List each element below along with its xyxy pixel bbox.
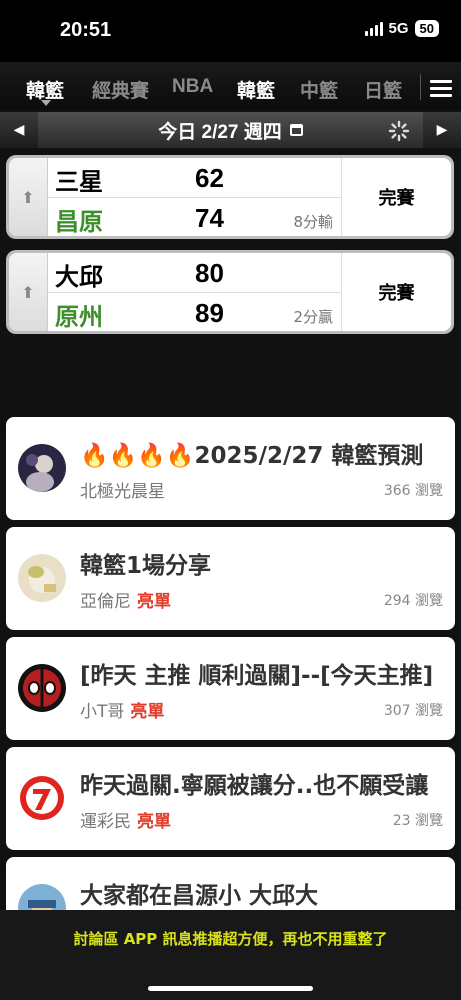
triangle-left-icon: ◀: [13, 122, 25, 138]
author-name: 小T哥: [80, 702, 125, 722]
game-card[interactable]: ⬆ 三星 62 昌原 74 8分輸 完賽: [6, 155, 454, 239]
game-card[interactable]: ⬆ 大邱 80 原州 89 2分贏 完賽: [6, 250, 454, 334]
away-team: 三星: [55, 168, 103, 196]
next-date-button[interactable]: ▶: [423, 112, 461, 148]
signal-icon: [364, 21, 383, 36]
post-tag: 亮單: [137, 812, 171, 832]
post-author: 北極光晨星: [80, 477, 165, 502]
tab-bleague[interactable]: 日籃: [364, 76, 402, 103]
banner-text: 討論區 APP 訊息推播超方便，再也不用重整了: [73, 930, 388, 948]
author-name: 亞倫尼: [80, 592, 131, 612]
caret-down-icon: [41, 100, 51, 106]
post-title: 韓籃1場分享: [80, 553, 212, 579]
away-row: 大邱 80: [47, 253, 341, 293]
date-bar: ◀ 今日 2/27 週四 ▶: [0, 112, 461, 148]
tabs-divider: [420, 74, 421, 100]
author-name: 運彩民: [80, 812, 131, 832]
game-status: 完賽: [341, 253, 451, 331]
post-views: 307 瀏覽: [383, 703, 443, 719]
home-row: 昌原 74 8分輸: [47, 198, 341, 236]
game-result: 8分輸: [293, 213, 333, 231]
network-label: 5G: [388, 20, 409, 37]
post-author: 亞倫尼 亮單: [80, 587, 171, 612]
tab-kbl[interactable]: 韓籃: [237, 76, 275, 103]
avatar: [18, 444, 66, 492]
tab-classic[interactable]: 經典賽: [92, 76, 149, 103]
league-selector[interactable]: 韓籃: [26, 76, 64, 103]
post-tag: 亮單: [130, 702, 165, 722]
triangle-right-icon: ▶: [436, 122, 448, 138]
avatar: [18, 774, 66, 822]
post-title: 🔥🔥🔥🔥2025/2/27 韓籃預測: [80, 443, 424, 469]
tab-cba[interactable]: 中籃: [300, 76, 338, 103]
post-card[interactable]: 🔥🔥🔥🔥2025/2/27 韓籃預測 北極光晨星 366 瀏覽: [6, 417, 455, 520]
pin-button[interactable]: ⬆: [9, 158, 48, 236]
date-label: 今日 2/27 週四: [158, 121, 282, 143]
avatar: [18, 554, 66, 602]
pin-arrow-icon: ⬆: [21, 282, 35, 302]
home-team: 原州: [55, 303, 103, 331]
post-card[interactable]: [昨天 主推 順利過關]--[今天主推] 小T哥 亮單 307 瀏覽: [6, 637, 455, 740]
game-result: 2分贏: [293, 308, 333, 326]
date-selector[interactable]: 今日 2/27 週四: [38, 112, 423, 148]
hamburger-icon[interactable]: [430, 80, 452, 101]
push-notification-banner[interactable]: 討論區 APP 訊息推播超方便，再也不用重整了: [0, 910, 461, 1000]
post-views: 294 瀏覽: [383, 593, 443, 609]
away-score: 62: [195, 163, 224, 193]
avatar: [18, 664, 66, 712]
post-title: [昨天 主推 順利過關]--[今天主推]: [80, 663, 434, 689]
calendar-icon: [289, 124, 303, 136]
status-time: 20:51: [60, 19, 112, 41]
home-row: 原州 89 2分贏: [47, 293, 341, 331]
status-bar: 20:51 5G 50: [0, 0, 461, 62]
home-team: 昌原: [55, 208, 103, 236]
tab-nba[interactable]: NBA: [172, 76, 213, 98]
home-score: 74: [195, 203, 224, 233]
prev-date-button[interactable]: ◀: [0, 112, 38, 148]
post-author: 小T哥 亮單: [80, 697, 164, 722]
away-team: 大邱: [55, 263, 103, 291]
spinner-icon: [388, 120, 410, 142]
pin-arrow-icon: ⬆: [21, 187, 35, 207]
post-title: 大家都在昌源小 大邱大: [80, 883, 319, 909]
author-name: 北極光晨星: [80, 482, 165, 502]
status-indicators: 5G 50: [364, 20, 439, 37]
post-tag: 亮單: [137, 592, 171, 612]
post-card[interactable]: 韓籃1場分享 亞倫尼 亮單 294 瀏覽: [6, 527, 455, 630]
away-score: 80: [195, 258, 224, 288]
game-status: 完賽: [341, 158, 451, 236]
league-tabs: 韓籃 經典賽 NBA 韓籃 中籃 日籃: [0, 62, 461, 110]
post-views: 366 瀏覽: [383, 483, 443, 499]
post-card[interactable]: 昨天過關.寧願被讓分..也不願受讓 運彩民 亮單 23 瀏覽: [6, 747, 455, 850]
battery-icon: 50: [414, 20, 439, 37]
home-score: 89: [195, 298, 224, 328]
home-indicator: [148, 986, 313, 991]
post-title: 昨天過關.寧願被讓分..也不願受讓: [80, 773, 429, 799]
post-views: 23 瀏覽: [392, 813, 443, 829]
away-row: 三星 62: [47, 158, 341, 198]
post-author: 運彩民 亮單: [80, 807, 171, 832]
pin-button[interactable]: ⬆: [9, 253, 48, 331]
